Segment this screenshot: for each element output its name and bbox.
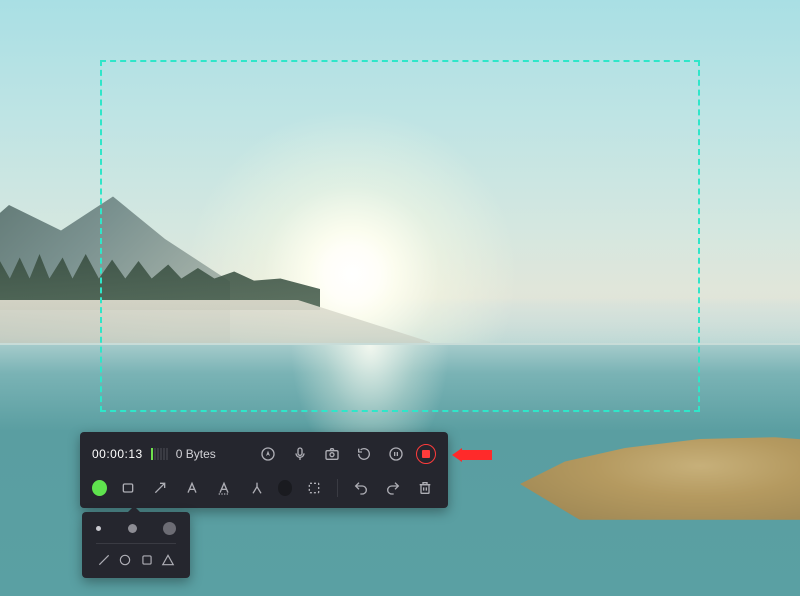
selection-tool[interactable] [302,476,324,500]
microphone-icon [292,446,308,462]
callout-arrow-icon [452,448,492,462]
undo-button[interactable] [350,476,372,500]
stroke-options-popover [82,512,190,578]
stroke-size-small[interactable] [96,526,101,531]
arrow-tool[interactable] [149,476,171,500]
arrow-icon [152,480,168,496]
redo-button[interactable] [382,476,404,500]
camera-icon [324,446,340,462]
stroke-size-large[interactable] [163,522,176,535]
toolbar-divider [337,479,338,497]
trash-icon [417,480,433,496]
screenshot-button[interactable] [320,442,344,466]
cursor-icon [260,446,276,462]
shape-circle[interactable] [117,552,133,568]
rectangle-icon [120,480,136,496]
microphone-button[interactable] [288,442,312,466]
pen-tool[interactable] [213,476,235,500]
shape-picker-row [96,544,176,568]
recording-timer: 00:00:13 [92,447,143,461]
recording-toolbar: 00:00:13 0 Bytes [80,432,448,508]
text-a-icon [184,480,200,496]
pause-button[interactable] [384,442,408,466]
redo-icon [385,480,401,496]
pause-icon [388,446,404,462]
cursor-highlight-button[interactable] [256,442,280,466]
undo-icon [353,480,369,496]
pen-a-icon [216,480,232,496]
restart-icon [356,446,372,462]
selection-icon [306,480,322,496]
caliper-icon [249,480,265,496]
stop-icon [422,450,430,458]
shape-line[interactable] [96,552,112,568]
recording-filesize: 0 Bytes [176,447,216,461]
color-picker-button[interactable] [92,480,107,496]
shape-triangle[interactable] [160,552,176,568]
caliper-tool[interactable] [245,476,267,500]
stop-button[interactable] [416,444,436,464]
rectangle-tool[interactable] [117,476,139,500]
capture-selection[interactable] [100,60,700,412]
line-icon [97,553,111,567]
stroke-size-row [96,522,176,544]
delete-button[interactable] [414,476,436,500]
stroke-size-medium[interactable] [128,524,137,533]
eraser-tool[interactable] [278,480,293,496]
shape-square[interactable] [139,552,155,568]
audio-level-meter [151,448,168,460]
triangle-icon [161,553,175,567]
annotation-tool-row [92,476,436,500]
restart-button[interactable] [352,442,376,466]
text-tool[interactable] [181,476,203,500]
circle-icon [118,553,132,567]
status-row: 00:00:13 0 Bytes [92,442,436,466]
square-icon [140,553,154,567]
